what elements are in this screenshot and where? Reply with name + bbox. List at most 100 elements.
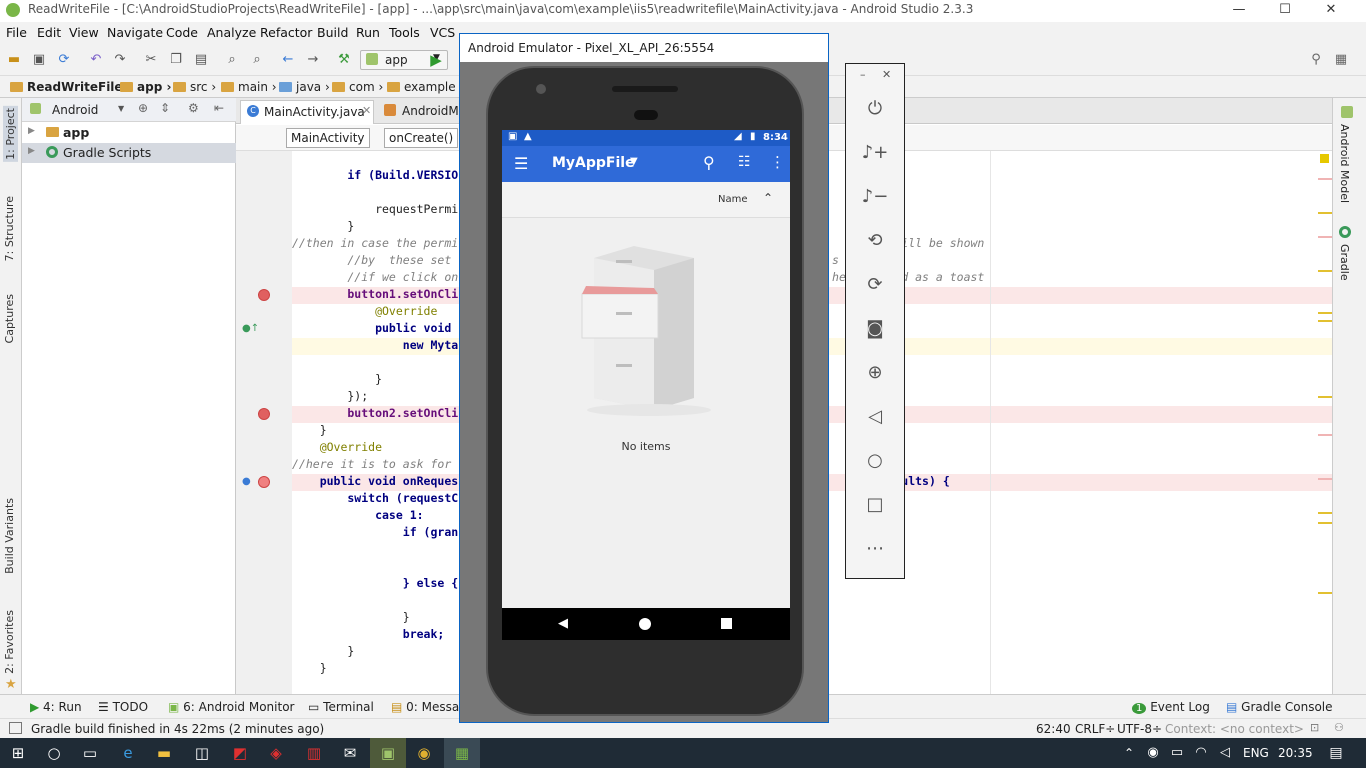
mail-icon[interactable]: ✉ [332,738,368,768]
menu-vcs[interactable]: VCS [430,25,455,40]
menu-build[interactable]: Build [317,25,348,40]
breadcrumb-src[interactable]: src › [173,80,216,94]
close-tab-icon[interactable]: ✕ [362,104,371,117]
tab-mainactivity[interactable]: C MainActivity.java ✕ [240,100,374,124]
tab-todo[interactable]: ☰ TODO [98,700,148,714]
forward-icon[interactable]: → [305,52,321,68]
tab-gradle[interactable]: Gradle [1338,244,1351,281]
search-everywhere-icon[interactable]: ⚲ [1308,52,1324,68]
tab-android-model[interactable]: Android Model [1338,124,1351,203]
tab-run[interactable]: ▶ 4: Run [30,700,82,714]
rotate-left-button[interactable]: ⟲ [846,224,904,258]
breakpoint-icon[interactable] [258,289,270,301]
menu-file[interactable]: File [6,25,27,40]
crumb-class[interactable]: MainActivity [286,128,370,148]
tree-item-gradle-scripts[interactable]: ▶ Gradle Scripts [22,143,236,163]
minimize-icon[interactable]: – [860,68,866,81]
close-button[interactable]: ✕ [1308,0,1354,22]
tab-favorites[interactable]: 2: Favorites [3,610,16,674]
back-button[interactable]: ◁ [846,400,904,434]
tab-event-log[interactable]: 1 Event Log [1132,700,1210,714]
power-button[interactable]: ⏻ [846,92,904,126]
breadcrumb-com[interactable]: com › [332,80,383,94]
close-icon[interactable]: ✕ [882,68,891,81]
tab-captures[interactable]: Captures [3,294,16,343]
undo-icon[interactable]: ↶ [88,52,104,68]
tree-item-app[interactable]: ▶ app [22,123,236,143]
warning-stripe-mark[interactable] [1318,592,1332,594]
zoom-button[interactable]: ⊕ [846,356,904,390]
chevron-down-icon[interactable]: ▼ [630,156,638,167]
menu-view[interactable]: View [69,25,99,40]
clock[interactable]: 20:35 [1278,746,1313,760]
wifi-icon[interactable]: ◠ [1190,738,1212,768]
volume-down-button[interactable]: ♪− [846,180,904,214]
replace-icon[interactable]: ⌕ [249,52,265,68]
more-vert-icon[interactable]: ⋮ [770,153,785,171]
breadcrumb-example[interactable]: example [387,80,456,94]
settings-icon[interactable]: ▦ [1333,52,1349,68]
tab-terminal[interactable]: ▭ Terminal [308,700,374,714]
edge-icon[interactable]: e [110,738,146,768]
scroll-from-source-icon[interactable]: ⊕ [138,101,148,115]
breadcrumb-java[interactable]: java › [279,80,330,94]
tab-gradle-console[interactable]: ▤ Gradle Console [1226,700,1333,714]
paste-icon[interactable]: ▤ [193,52,209,68]
error-stripe-mark[interactable] [1318,236,1332,238]
action-center-icon[interactable]: ▤ [1318,738,1354,768]
tab-structure[interactable]: 7: Structure [3,196,16,261]
android-studio-taskbar-icon[interactable]: ▣ [370,738,406,768]
override-marker-icon[interactable]: ● [242,476,251,487]
home-icon[interactable] [639,618,651,630]
tab-project[interactable]: 1: Project [3,106,18,162]
warning-stripe-mark[interactable] [1318,320,1332,322]
warning-stripe-mark[interactable] [1318,396,1332,398]
crumb-method[interactable]: onCreate() [384,128,459,148]
error-stripe-mark[interactable] [1318,434,1332,436]
open-folder-icon[interactable]: ▬ [6,52,22,68]
cut-icon[interactable]: ✂ [143,52,159,68]
caret-position[interactable]: 62:40 [1036,722,1071,736]
home-button[interactable]: ○ [846,444,904,478]
inspection-status-icon[interactable] [1320,154,1329,163]
error-stripe-mark[interactable] [1318,178,1332,180]
save-icon[interactable]: ▣ [31,52,47,68]
menu-navigate[interactable]: Navigate [107,25,163,40]
warning-stripe-mark[interactable] [1318,270,1332,272]
back-icon[interactable]: ← [280,52,296,68]
tray-app-icon[interactable]: ◉ [1142,738,1164,768]
emulator-taskbar-icon[interactable]: ▦ [444,738,480,768]
menu-edit[interactable]: Edit [37,25,61,40]
app-title[interactable]: MyAppFile [552,155,635,171]
toggle-tool-windows-icon[interactable] [9,722,22,734]
app-icon[interactable]: ▥ [296,738,332,768]
menu-code[interactable]: Code [166,25,198,40]
expand-arrow-icon[interactable]: ▶ [28,146,35,156]
inspector-icon[interactable]: ⚇ [1334,721,1344,734]
search-icon[interactable]: ⚲ [703,153,715,172]
more-options-button[interactable]: ⋯ [846,532,904,566]
menu-run[interactable]: Run [356,25,380,40]
store-icon[interactable]: ◫ [184,738,220,768]
expand-arrow-icon[interactable]: ▶ [28,126,35,136]
recents-icon[interactable] [721,618,732,629]
hamburger-menu-icon[interactable]: ☰ [514,154,528,173]
language-indicator[interactable]: ENG [1243,746,1269,760]
find-icon[interactable]: ⌕ [224,52,240,68]
maximize-button[interactable]: ☐ [1262,0,1308,22]
run-icon[interactable]: ▶ [428,52,444,68]
chrome-icon[interactable]: ◉ [406,738,442,768]
chevron-down-icon[interactable]: ▼ [118,104,124,113]
file-explorer-icon[interactable]: ▬ [146,738,182,768]
menu-tools[interactable]: Tools [389,25,420,40]
sort-label[interactable]: Name [718,194,748,205]
task-view-icon[interactable]: ▭ [72,738,108,768]
breadcrumb-app[interactable]: app › [120,80,171,94]
sort-direction-icon[interactable]: ⌃ [763,191,773,205]
battery-icon[interactable]: ▭ [1166,738,1188,768]
overview-button[interactable]: □ [846,488,904,522]
hide-panel-icon[interactable]: ⇤ [214,101,224,115]
warning-stripe-mark[interactable] [1318,522,1332,524]
minimize-button[interactable]: — [1216,0,1262,22]
antivirus-icon[interactable]: ◈ [258,738,294,768]
